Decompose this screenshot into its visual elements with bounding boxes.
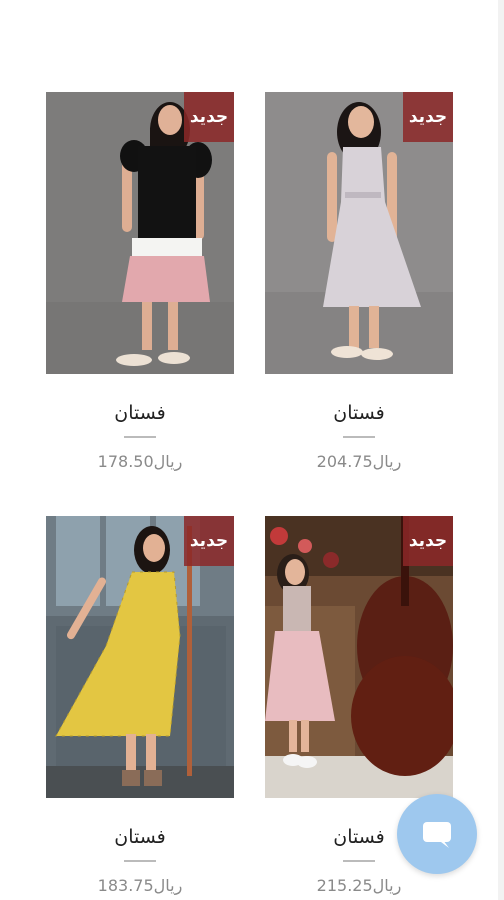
product-price: 215.25ريال (316, 876, 402, 895)
product-title[interactable]: فستان (46, 402, 234, 424)
new-badge: جديد (403, 516, 453, 566)
product-image[interactable]: جديد (46, 92, 234, 374)
product-card[interactable]: جديد فستان 204.75ريال (265, 92, 453, 471)
product-price: 183.75ريال (97, 876, 183, 895)
product-price: 204.75ريال (316, 452, 402, 471)
product-card[interactable]: جديد فستان 183.75ريال (46, 516, 234, 895)
title-divider (343, 860, 375, 862)
title-divider (343, 436, 375, 438)
product-title[interactable]: فستان (46, 826, 234, 848)
product-image[interactable]: جديد (265, 516, 453, 798)
title-divider (124, 860, 156, 862)
product-image[interactable]: جديد (265, 92, 453, 374)
scrollbar[interactable] (498, 0, 504, 900)
chat-button[interactable] (397, 794, 477, 874)
new-badge: جديد (184, 516, 234, 566)
new-badge: جديد (184, 92, 234, 142)
product-title[interactable]: فستان (265, 402, 453, 424)
product-price: 178.50ريال (97, 452, 183, 471)
product-image[interactable]: جديد (46, 516, 234, 798)
product-card[interactable]: جديد فستان 178.50ريال (46, 92, 234, 471)
new-badge: جديد (403, 92, 453, 142)
title-divider (124, 436, 156, 438)
